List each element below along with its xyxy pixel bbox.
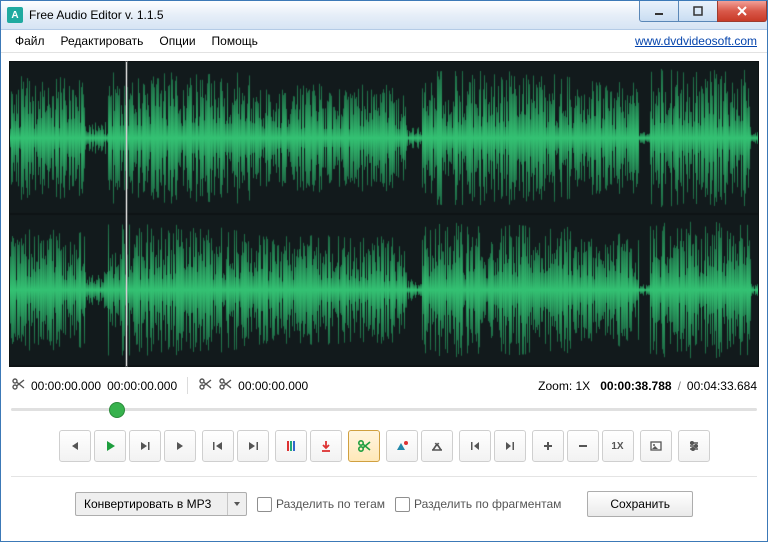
selection-end-time: 00:00:00.000 <box>31 379 101 393</box>
checkbox-box <box>395 497 410 512</box>
convert-format-select[interactable]: Конвертировать в MP3 <box>75 492 247 516</box>
trim-inside-button[interactable] <box>421 430 453 462</box>
slider-thumb[interactable] <box>109 402 125 418</box>
prev-button[interactable] <box>59 430 91 462</box>
split-by-fragments-checkbox[interactable]: Разделить по фрагментам <box>395 497 561 512</box>
time-info-row: 00:00:00.000 00:00:00.000 00:00:00.000 Z… <box>1 375 767 396</box>
zoom-in-button[interactable] <box>532 430 564 462</box>
separator <box>11 476 757 477</box>
picture-button[interactable] <box>640 430 672 462</box>
convert-format-value: Конвертировать в MP3 <box>76 497 227 511</box>
position-slider[interactable] <box>11 400 757 418</box>
split-by-tags-checkbox[interactable]: Разделить по тегам <box>257 497 385 512</box>
split-by-fragments-label: Разделить по фрагментам <box>414 497 561 511</box>
go-to-start-button[interactable] <box>459 430 491 462</box>
play-to-end-button[interactable] <box>129 430 161 462</box>
checkbox-box <box>257 497 272 512</box>
waveform-area[interactable] <box>9 61 759 367</box>
split-by-tags-label: Разделить по тегам <box>276 497 385 511</box>
window-minimize-button[interactable] <box>639 1 679 22</box>
scissors-icon <box>218 377 232 394</box>
zoom-label: Zoom: <box>538 379 572 393</box>
selection-cursor-time: 00:00:00.000 <box>107 379 177 393</box>
play-button[interactable] <box>94 430 126 462</box>
titlebar[interactable]: A Free Audio Editor v. 1.1.5 <box>1 1 767 30</box>
zoom-reset-button[interactable]: 1X <box>602 430 634 462</box>
window-title: Free Audio Editor v. 1.1.5 <box>29 8 164 22</box>
go-to-end-button[interactable] <box>494 430 526 462</box>
window-close-button[interactable] <box>717 1 767 22</box>
total-time: 00:04:33.684 <box>687 379 757 393</box>
time-separator: / <box>678 379 681 393</box>
zoom-value: 1X <box>576 379 591 393</box>
scissors-icon <box>198 377 212 394</box>
app-window: A Free Audio Editor v. 1.1.5 Файл Редакт… <box>0 0 768 542</box>
menu-options[interactable]: Опции <box>151 31 203 51</box>
skip-forward-button[interactable] <box>237 430 269 462</box>
skip-back-button[interactable] <box>202 430 234 462</box>
settings-button[interactable] <box>678 430 710 462</box>
menu-edit[interactable]: Редактировать <box>53 31 152 51</box>
scissors-icon <box>11 377 25 394</box>
import-marker-button[interactable] <box>310 430 342 462</box>
menu-file[interactable]: Файл <box>7 31 53 51</box>
current-time: 00:00:38.788 <box>600 379 671 393</box>
selection-start-time: 00:00:00.000 <box>238 379 308 393</box>
app-icon: A <box>7 7 23 23</box>
playhead[interactable] <box>126 62 127 366</box>
toolbar: 1X <box>1 426 767 470</box>
bottom-bar: Конвертировать в MP3 Разделить по тегам … <box>1 483 767 517</box>
menu-help[interactable]: Помощь <box>204 31 266 51</box>
menubar: Файл Редактировать Опции Помощь www.dvdv… <box>1 30 767 53</box>
waveform-canvas[interactable] <box>10 62 758 366</box>
window-maximize-button[interactable] <box>678 1 718 22</box>
add-marker-button[interactable] <box>275 430 307 462</box>
next-button[interactable] <box>164 430 196 462</box>
chevron-down-icon <box>227 493 246 515</box>
trim-outside-button[interactable] <box>386 430 418 462</box>
save-button[interactable]: Сохранить <box>587 491 693 517</box>
vendor-link[interactable]: www.dvdvideosoft.com <box>635 34 761 48</box>
cut-button[interactable] <box>348 430 380 462</box>
zoom-out-button[interactable] <box>567 430 599 462</box>
